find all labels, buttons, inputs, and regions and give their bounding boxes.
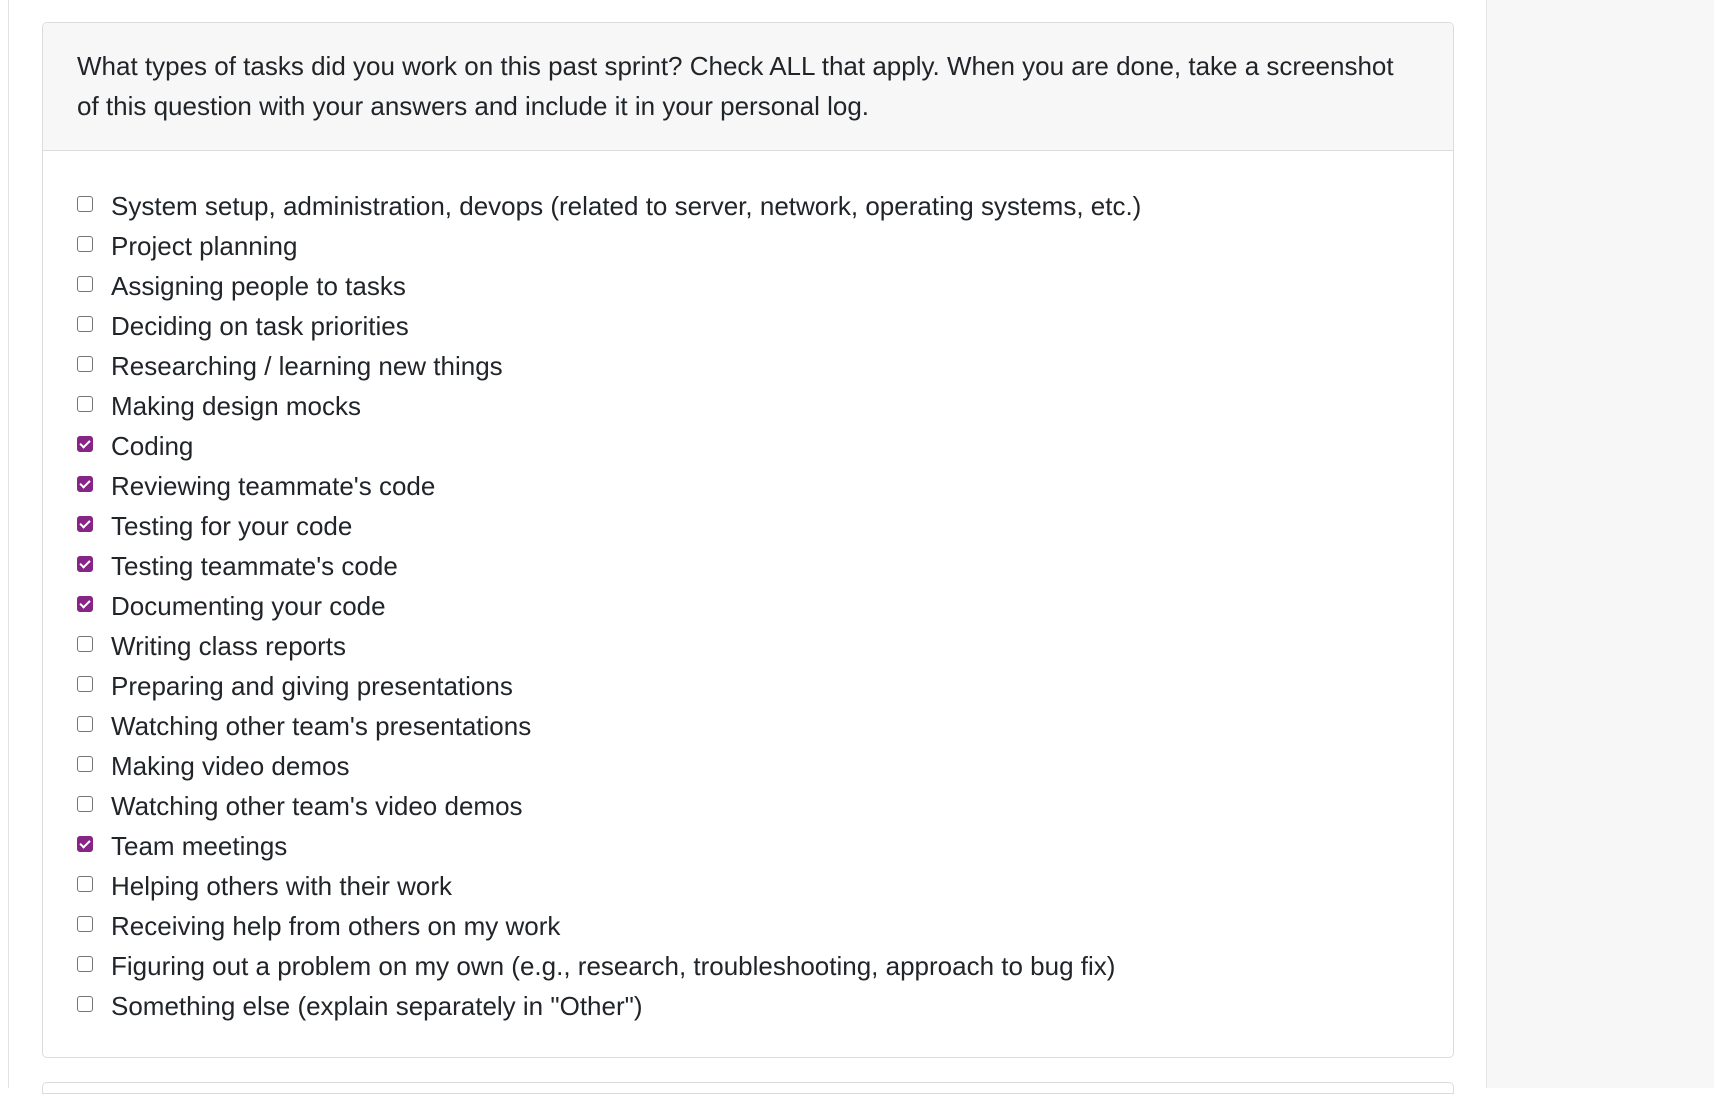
option-checkbox[interactable] — [77, 836, 93, 852]
option-row[interactable]: System setup, administration, devops (re… — [77, 186, 1453, 226]
option-label: Testing teammate's code — [111, 551, 398, 581]
option-label: Writing class reports — [111, 631, 347, 661]
option-label: Making video demos — [111, 751, 350, 781]
option-row[interactable]: Figuring out a problem on my own (e.g., … — [77, 946, 1453, 986]
answer-options-list: System setup, administration, devops (re… — [43, 151, 1453, 1026]
option-checkbox[interactable] — [77, 596, 93, 612]
question-text: What types of tasks did you work on this… — [77, 51, 1394, 121]
option-checkbox[interactable] — [77, 236, 93, 252]
option-label: Helping others with their work — [111, 871, 453, 901]
option-checkbox[interactable] — [77, 916, 93, 932]
option-checkbox[interactable] — [77, 436, 93, 452]
option-checkbox[interactable] — [77, 876, 93, 892]
option-label: Researching / learning new things — [111, 351, 503, 381]
option-label: Testing for your code — [111, 511, 353, 541]
option-checkbox[interactable] — [77, 276, 93, 292]
option-label: Reviewing teammate's code — [111, 471, 436, 501]
option-row[interactable]: Helping others with their work — [77, 866, 1453, 906]
option-checkbox[interactable] — [77, 316, 93, 332]
option-row[interactable]: Reviewing teammate's code — [77, 466, 1453, 506]
option-label: Making design mocks — [111, 391, 361, 421]
option-row[interactable]: Researching / learning new things — [77, 346, 1453, 386]
option-checkbox[interactable] — [77, 796, 93, 812]
option-row[interactable]: Watching other team's video demos — [77, 786, 1453, 826]
question-card: What types of tasks did you work on this… — [42, 22, 1454, 1058]
question-header: What types of tasks did you work on this… — [43, 23, 1453, 151]
option-row[interactable]: Project planning — [77, 226, 1453, 266]
option-label: Assigning people to tasks — [111, 271, 406, 301]
option-checkbox[interactable] — [77, 956, 93, 972]
option-label: Watching other team's video demos — [111, 791, 523, 821]
option-checkbox[interactable] — [77, 196, 93, 212]
option-checkbox[interactable] — [77, 716, 93, 732]
option-label: Deciding on task priorities — [111, 311, 409, 341]
option-row[interactable]: Something else (explain separately in "O… — [77, 986, 1453, 1026]
main-content: What types of tasks did you work on this… — [0, 0, 1486, 1094]
right-side-panel — [1486, 0, 1714, 1088]
option-label: Coding — [111, 431, 194, 461]
option-checkbox[interactable] — [77, 516, 93, 532]
option-row[interactable]: Testing teammate's code — [77, 546, 1453, 586]
option-row[interactable]: Writing class reports — [77, 626, 1453, 666]
option-checkbox[interactable] — [77, 636, 93, 652]
option-row[interactable]: Documenting your code — [77, 586, 1453, 626]
option-row[interactable]: Testing for your code — [77, 506, 1453, 546]
option-label: Watching other team's presentations — [111, 711, 532, 741]
option-checkbox[interactable] — [77, 676, 93, 692]
option-checkbox[interactable] — [77, 996, 93, 1012]
option-label: Team meetings — [111, 831, 288, 861]
option-checkbox[interactable] — [77, 756, 93, 772]
option-row[interactable]: Coding — [77, 426, 1453, 466]
option-label: Documenting your code — [111, 591, 386, 621]
option-row[interactable]: Receiving help from others on my work — [77, 906, 1453, 946]
option-label: Preparing and giving presentations — [111, 671, 513, 701]
option-label: Receiving help from others on my work — [111, 911, 561, 941]
option-checkbox[interactable] — [77, 396, 93, 412]
option-label: Something else (explain separately in "O… — [111, 991, 643, 1021]
option-row[interactable]: Watching other team's presentations — [77, 706, 1453, 746]
option-row[interactable]: Deciding on task priorities — [77, 306, 1453, 346]
option-checkbox[interactable] — [77, 556, 93, 572]
option-row[interactable]: Making design mocks — [77, 386, 1453, 426]
option-checkbox[interactable] — [77, 476, 93, 492]
option-label: Project planning — [111, 231, 298, 261]
option-row[interactable]: Assigning people to tasks — [77, 266, 1453, 306]
option-label: Figuring out a problem on my own (e.g., … — [111, 951, 1116, 981]
left-border — [8, 0, 9, 1088]
option-label: System setup, administration, devops (re… — [111, 191, 1142, 221]
option-row[interactable]: Preparing and giving presentations — [77, 666, 1453, 706]
option-row[interactable]: Team meetings — [77, 826, 1453, 866]
option-checkbox[interactable] — [77, 356, 93, 372]
next-question-card-edge — [42, 1082, 1454, 1094]
option-row[interactable]: Making video demos — [77, 746, 1453, 786]
